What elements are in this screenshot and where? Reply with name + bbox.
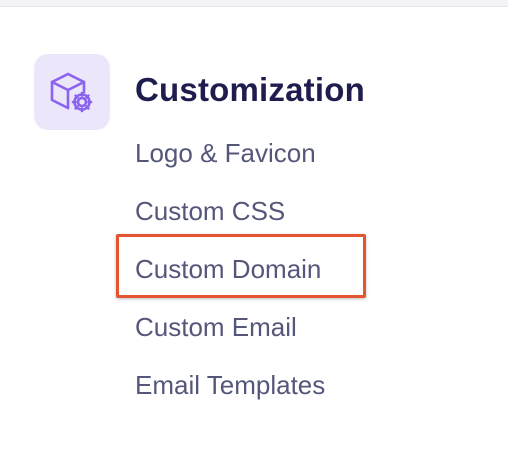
cube-gear-icon [48,68,96,116]
nav-item-logo-favicon[interactable]: Logo & Favicon [135,132,325,190]
nav-item-custom-css[interactable]: Custom CSS [135,190,325,248]
customization-nav-list: Logo & Favicon Custom CSS Custom Domain … [135,132,325,422]
nav-item-email-templates[interactable]: Email Templates [135,364,325,422]
top-divider-bar [0,0,508,7]
nav-item-custom-domain[interactable]: Custom Domain [135,248,325,306]
section-icon-tile [34,54,110,130]
nav-item-custom-email[interactable]: Custom Email [135,306,325,364]
section-title: Customization [135,71,365,108]
